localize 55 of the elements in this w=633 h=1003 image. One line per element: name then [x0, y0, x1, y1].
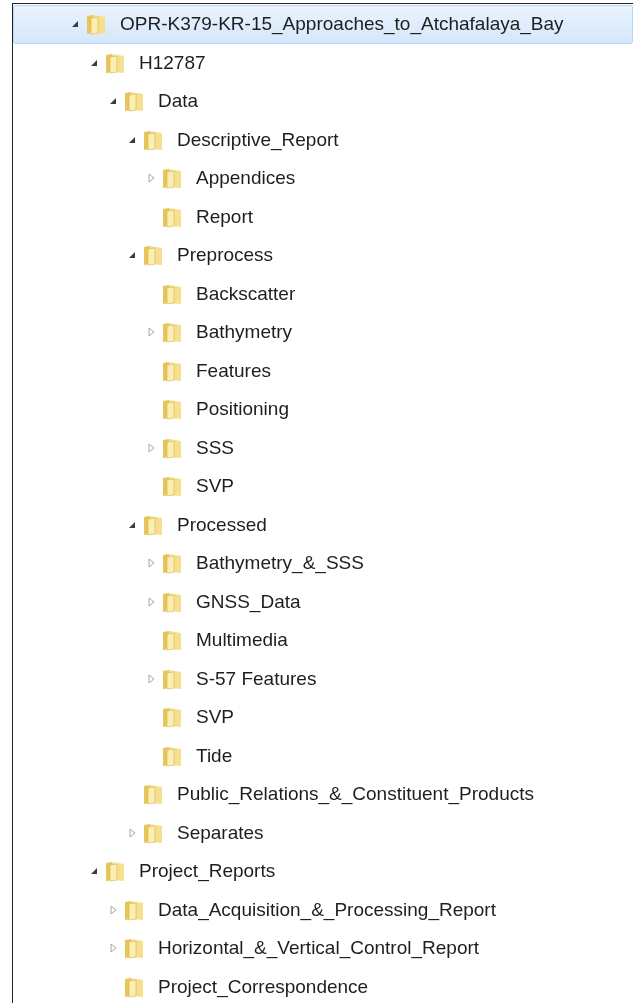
tree-item[interactable]: Data_Acquisition_&_Processing_Report	[13, 890, 633, 929]
collapsed-arrow-icon[interactable]	[128, 827, 136, 838]
collapsed-arrow-icon[interactable]	[109, 943, 117, 954]
tree-item[interactable]: OPR-K379-KR-15_Approaches_to_Atchafalaya_Bay	[13, 5, 633, 44]
tree-item[interactable]: Report	[13, 197, 633, 236]
tree-item[interactable]: Multimedia	[13, 621, 633, 660]
tree-item[interactable]: H12787	[13, 43, 633, 82]
folder-icon	[141, 243, 165, 268]
tree-item[interactable]: Bathymetry	[13, 313, 633, 352]
folder-icon	[160, 320, 184, 345]
collapsed-arrow-icon[interactable]	[147, 173, 155, 184]
tree-item[interactable]: Appendices	[13, 159, 633, 198]
folder-icon	[122, 936, 146, 961]
expanded-arrow-icon[interactable]	[71, 20, 79, 29]
collapsed-arrow-icon[interactable]	[147, 442, 155, 453]
tree-item[interactable]: S-57 Features	[13, 659, 633, 698]
folder-icon	[160, 474, 184, 499]
tree-item[interactable]: Descriptive_Report	[13, 120, 633, 159]
tree-item[interactable]: Separates	[13, 813, 633, 852]
folder-icon	[160, 397, 184, 422]
folder-icon	[160, 705, 184, 730]
collapsed-arrow-icon[interactable]	[109, 904, 117, 915]
expanded-arrow-icon[interactable]	[90, 58, 98, 67]
tree-item[interactable]: SVP	[13, 467, 633, 506]
tree-item[interactable]: GNSS_Data	[13, 582, 633, 621]
folder-icon	[160, 551, 184, 576]
collapsed-arrow-icon[interactable]	[147, 596, 155, 607]
expanded-arrow-icon[interactable]	[109, 97, 117, 106]
tree-item[interactable]: Public_Relations_&_Constituent_Products	[13, 775, 633, 814]
tree-item[interactable]: Tide	[13, 736, 633, 775]
tree-item[interactable]: Project_Correspondence	[13, 967, 633, 1003]
collapsed-arrow-icon[interactable]	[147, 327, 155, 338]
tree-item[interactable]: Processed	[13, 505, 633, 544]
expanded-arrow-icon[interactable]	[90, 867, 98, 876]
expanded-arrow-icon[interactable]	[128, 135, 136, 144]
folder-icon	[103, 859, 127, 884]
tree-item[interactable]: Backscatter	[13, 274, 633, 313]
tree-item[interactable]: Horizontal_&_Vertical_Control_Report	[13, 929, 633, 968]
tree-item[interactable]: Features	[13, 351, 633, 390]
expanded-arrow-icon[interactable]	[128, 520, 136, 529]
folder-icon	[122, 89, 146, 114]
expanded-arrow-icon[interactable]	[128, 251, 136, 260]
tree-item[interactable]: Bathymetry_&_SSS	[13, 544, 633, 583]
collapsed-arrow-icon[interactable]	[147, 673, 155, 684]
folder-icon	[160, 628, 184, 653]
folder-icon	[141, 782, 165, 807]
tree-item[interactable]: Data	[13, 82, 633, 121]
tree-item[interactable]: Preprocess	[13, 236, 633, 275]
tree-item[interactable]: Project_Reports	[13, 852, 633, 891]
folder-icon	[84, 12, 108, 37]
tree-item[interactable]: Positioning	[13, 390, 633, 429]
collapsed-arrow-icon[interactable]	[147, 558, 155, 569]
folder-icon	[160, 166, 184, 191]
tree-item[interactable]: SVP	[13, 698, 633, 737]
tree-item[interactable]: SSS	[13, 428, 633, 467]
